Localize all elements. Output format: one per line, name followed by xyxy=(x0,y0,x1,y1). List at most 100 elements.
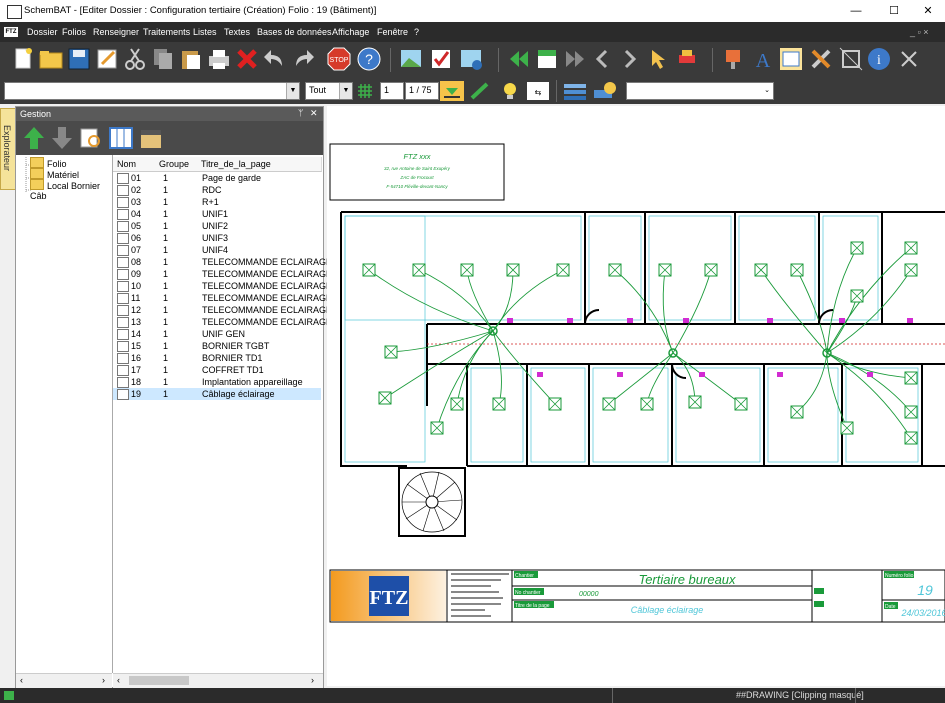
table-row[interactable]: 07 1 UNIF4 xyxy=(113,244,321,256)
table-row[interactable]: 02 1 RDC xyxy=(113,184,321,196)
page-input[interactable]: 1 xyxy=(380,82,404,100)
cross-tool-icon[interactable] xyxy=(896,46,922,72)
close-button[interactable]: ✕ xyxy=(910,0,945,22)
grid-icon[interactable] xyxy=(356,82,374,100)
table-row[interactable]: 06 1 UNIF3 xyxy=(113,232,321,244)
print-icon[interactable] xyxy=(206,46,232,72)
table-row[interactable]: 08 1 TELECOMMANDE ECLAIRAGE xyxy=(113,256,332,268)
menu-fenetre[interactable]: Fenêtre xyxy=(377,27,408,37)
column-header-nom[interactable]: Nom xyxy=(113,157,154,172)
menu-logo[interactable]: FTZ xyxy=(4,27,18,37)
move-down-icon[interactable] xyxy=(50,125,74,151)
info-image-icon[interactable] xyxy=(458,46,484,72)
pointer-icon[interactable] xyxy=(644,46,670,72)
first-page-icon[interactable] xyxy=(506,46,532,72)
table-row[interactable]: 16 1 BORNIER TD1 xyxy=(113,352,321,364)
filter-select[interactable]: Tout ▼ xyxy=(305,82,353,100)
menu-textes[interactable]: Textes xyxy=(224,27,250,37)
search-page-icon[interactable] xyxy=(78,125,104,151)
table-row[interactable]: 14 1 UNIF GEN xyxy=(113,328,321,340)
tree-hscrollbar[interactable]: ‹ › xyxy=(16,673,112,688)
paint-icon[interactable] xyxy=(720,46,746,72)
next-icon[interactable] xyxy=(616,46,642,72)
table-row[interactable]: 13 1 TELECOMMANDE ECLAIRAGE xyxy=(113,316,332,328)
secondary-toolbar: ▼ Tout ▼ 1 1 / 75 ⇆ ⌄ xyxy=(0,78,945,104)
frame-icon[interactable] xyxy=(838,46,864,72)
table-row[interactable]: 12 1 TELECOMMANDE ECLAIRAGE xyxy=(113,304,332,316)
image-icon[interactable] xyxy=(398,46,424,72)
switch-symbol xyxy=(907,318,913,323)
column-header-groupe[interactable]: Groupe xyxy=(153,157,194,172)
table-row[interactable]: 03 1 R+1 xyxy=(113,196,321,208)
cut-icon[interactable] xyxy=(122,46,148,72)
menu-traitements[interactable]: Traitements xyxy=(143,27,190,37)
table-row[interactable]: 09 1 TELECOMMANDE ECLAIRAGE xyxy=(113,268,332,280)
properties-icon[interactable] xyxy=(778,46,804,72)
redo-icon[interactable] xyxy=(290,46,316,72)
save-icon[interactable] xyxy=(66,46,92,72)
delete-icon[interactable] xyxy=(234,46,260,72)
text-icon[interactable]: A xyxy=(750,46,776,72)
calendar-icon[interactable] xyxy=(534,46,560,72)
new-file-icon[interactable] xyxy=(10,46,36,72)
light-fixture xyxy=(754,263,768,277)
table-row[interactable]: 04 1 UNIF1 xyxy=(113,208,321,220)
menu-folios[interactable]: Folios xyxy=(62,27,86,37)
row-nom: 04 xyxy=(131,209,142,219)
table-row[interactable]: 15 1 BORNIER TGBT xyxy=(113,340,321,352)
tools-icon[interactable] xyxy=(808,46,834,72)
last-page-icon[interactable] xyxy=(562,46,588,72)
folio-list: Nom Groupe Titre_de_la_page 01 1 Page de g… xyxy=(113,155,332,673)
panel-close-icon[interactable]: ✕ xyxy=(310,108,318,119)
menu-dossier[interactable]: Dossier xyxy=(27,27,58,37)
menu-listes[interactable]: Listes xyxy=(193,27,217,37)
pin-icon[interactable]: ᛘ xyxy=(298,108,303,118)
paste-icon[interactable] xyxy=(178,46,204,72)
table-row[interactable]: 17 1 COFFRET TD1 xyxy=(113,364,321,376)
list-hscrollbar[interactable]: ‹ › xyxy=(113,673,323,688)
columns-icon[interactable] xyxy=(108,125,134,151)
clapper-icon[interactable] xyxy=(138,125,164,151)
column-header-titre[interactable]: Titre_de_la_page xyxy=(193,157,322,172)
mdi-controls[interactable]: _ ▫ × xyxy=(910,27,928,37)
lightbulb-icon[interactable] xyxy=(500,81,520,101)
drawing-svg[interactable]: FTZ xxx 32, rue Antoine de Saint Exupéry… xyxy=(327,106,945,686)
edit-icon[interactable] xyxy=(94,46,120,72)
checklist-icon[interactable] xyxy=(428,46,454,72)
menu-bases[interactable]: Bases de données xyxy=(257,27,332,37)
tree-item-local-bornier[interactable]: Local Bornier Câb xyxy=(30,179,112,201)
wire xyxy=(492,330,556,405)
explorer-tab[interactable]: Explorateur xyxy=(0,108,16,190)
app-icon[interactable] xyxy=(7,5,22,19)
layers-icon[interactable] xyxy=(562,81,588,101)
marker-icon[interactable] xyxy=(674,46,700,72)
layers-refresh-icon[interactable] xyxy=(592,81,618,101)
menu-affichage[interactable]: Affichage xyxy=(332,27,369,37)
maximize-button[interactable]: ☐ xyxy=(876,0,912,22)
table-row[interactable]: 01 1 Page de garde xyxy=(113,172,321,184)
prev-icon[interactable] xyxy=(590,46,616,72)
table-row[interactable]: 11 1 TELECOMMANDE ECLAIRAGE xyxy=(113,292,332,304)
undo-icon[interactable] xyxy=(262,46,288,72)
row-nom: 05 xyxy=(131,221,142,231)
folio-select[interactable]: ▼ xyxy=(4,82,300,100)
move-up-icon[interactable] xyxy=(22,125,46,151)
minimize-button[interactable]: — xyxy=(838,0,874,22)
table-row[interactable]: 18 1 Implantation appareillage xyxy=(113,376,321,388)
layer-select[interactable]: ⌄ xyxy=(626,82,774,100)
menu-help[interactable]: ? xyxy=(414,27,419,37)
table-row[interactable]: 05 1 UNIF2 xyxy=(113,220,321,232)
copy-icon[interactable] xyxy=(150,46,176,72)
drawing-canvas[interactable]: FTZ xxx 32, rue Antoine de Saint Exupéry… xyxy=(327,106,945,686)
help-icon[interactable]: ? xyxy=(356,46,382,72)
stop-icon[interactable]: STOP xyxy=(326,46,352,72)
open-folder-icon[interactable] xyxy=(38,46,64,72)
menu-renseigner[interactable]: Renseigner xyxy=(93,27,139,37)
table-row[interactable]: 10 1 TELECOMMANDE ECLAIRAGE xyxy=(113,280,332,292)
align-bottom-icon[interactable] xyxy=(440,81,464,101)
light-fixture xyxy=(430,421,444,435)
pencil-icon[interactable] xyxy=(468,81,492,101)
table-row[interactable]: 19 1 Câblage éclairage xyxy=(113,388,321,400)
connector-icon[interactable]: ⇆ xyxy=(526,81,550,101)
info-icon[interactable]: i xyxy=(866,46,892,72)
